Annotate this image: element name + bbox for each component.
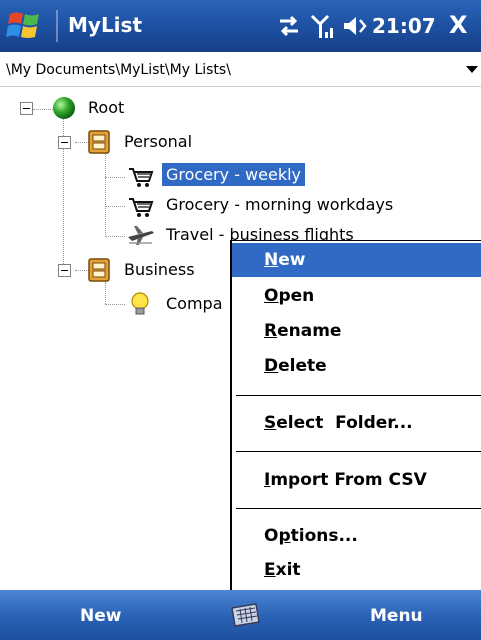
menu-item-import-csv[interactable]: Import From CSV: [232, 463, 481, 497]
menu-divider: [236, 508, 481, 509]
airplane-icon: [128, 226, 154, 245]
path-combobox[interactable]: \My Documents\MyList\My Lists\: [0, 56, 481, 87]
tree-node-label: Grocery - morning workdays: [166, 195, 394, 214]
title-separator: [56, 10, 58, 42]
tree-node-grocery-morning[interactable]: Grocery - morning workdays: [0, 193, 460, 221]
close-button[interactable]: X: [449, 11, 468, 39]
context-menu: New Open Rename Delete Select Folder... …: [230, 240, 481, 591]
collapse-icon[interactable]: [58, 136, 71, 149]
menu-item-delete[interactable]: Delete: [232, 349, 481, 383]
sync-icon[interactable]: [276, 12, 302, 40]
menu-item-options[interactable]: Options...: [232, 519, 481, 553]
menu-item-rename[interactable]: Rename: [232, 314, 481, 348]
tree-node-label: Compa: [166, 294, 223, 313]
volume-icon[interactable]: [340, 12, 370, 40]
menu-item-new[interactable]: New: [232, 243, 481, 277]
path-value: \My Documents\MyList\My Lists\: [6, 62, 231, 78]
shopping-cart-icon: [129, 168, 154, 187]
menu-item-exit[interactable]: Exit: [232, 553, 481, 587]
windows-start-icon[interactable]: [6, 10, 44, 42]
collapse-icon[interactable]: [20, 102, 33, 115]
collapse-icon[interactable]: [58, 264, 71, 277]
keyboard-icon[interactable]: [228, 600, 262, 628]
menu-divider: [236, 451, 481, 452]
clock[interactable]: 21:07: [372, 14, 436, 38]
lightbulb-icon: [131, 292, 149, 315]
signal-icon[interactable]: [310, 12, 336, 40]
softkey-bar: New Menu: [0, 590, 481, 640]
menu-item-open[interactable]: Open: [232, 279, 481, 313]
menu-item-select-folder[interactable]: Select Folder...: [232, 406, 481, 440]
tree-node-label: Business: [124, 260, 195, 279]
softkey-left-new[interactable]: New: [80, 606, 121, 626]
filing-cabinet-icon: [88, 258, 110, 282]
tree-node-label: Personal: [124, 132, 193, 151]
menu-divider: [236, 395, 481, 396]
tree-node-company[interactable]: Compa: [0, 291, 230, 319]
globe-icon: [53, 97, 75, 119]
app-title: MyList: [68, 13, 143, 37]
softkey-right-menu[interactable]: Menu: [370, 606, 423, 626]
tree-node-label: Grocery - weekly: [162, 163, 305, 186]
tree-node-root[interactable]: Root: [0, 96, 160, 124]
filing-cabinet-icon: [88, 130, 110, 154]
title-bar: MyList 21:07 X: [0, 0, 481, 52]
tree-node-business[interactable]: Business: [0, 258, 240, 286]
tree-node-grocery-weekly[interactable]: Grocery - weekly: [0, 163, 340, 191]
shopping-cart-icon: [129, 198, 154, 217]
tree-node-label: Root: [88, 98, 125, 117]
tree-node-personal[interactable]: Personal: [0, 130, 240, 158]
chevron-down-icon[interactable]: [466, 66, 478, 73]
